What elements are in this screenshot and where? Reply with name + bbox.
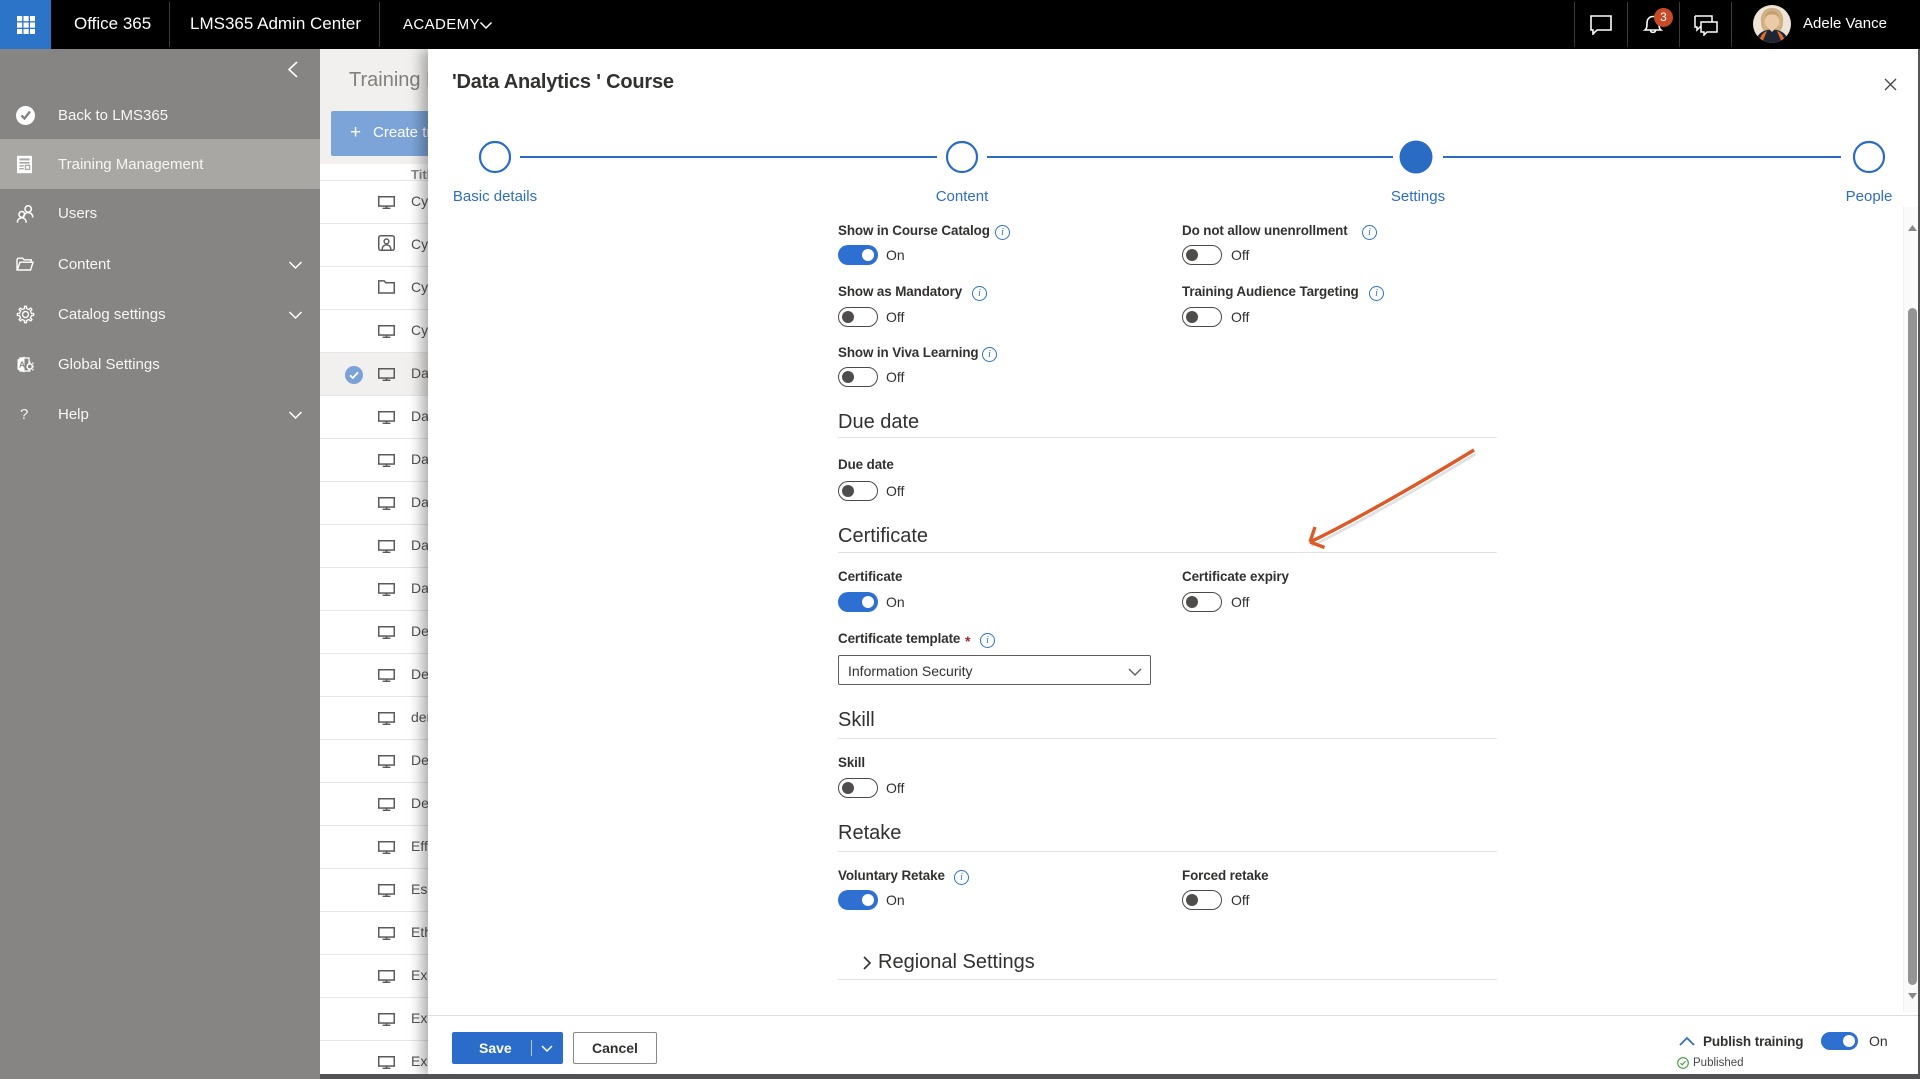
svg-text:A: A xyxy=(19,360,25,370)
